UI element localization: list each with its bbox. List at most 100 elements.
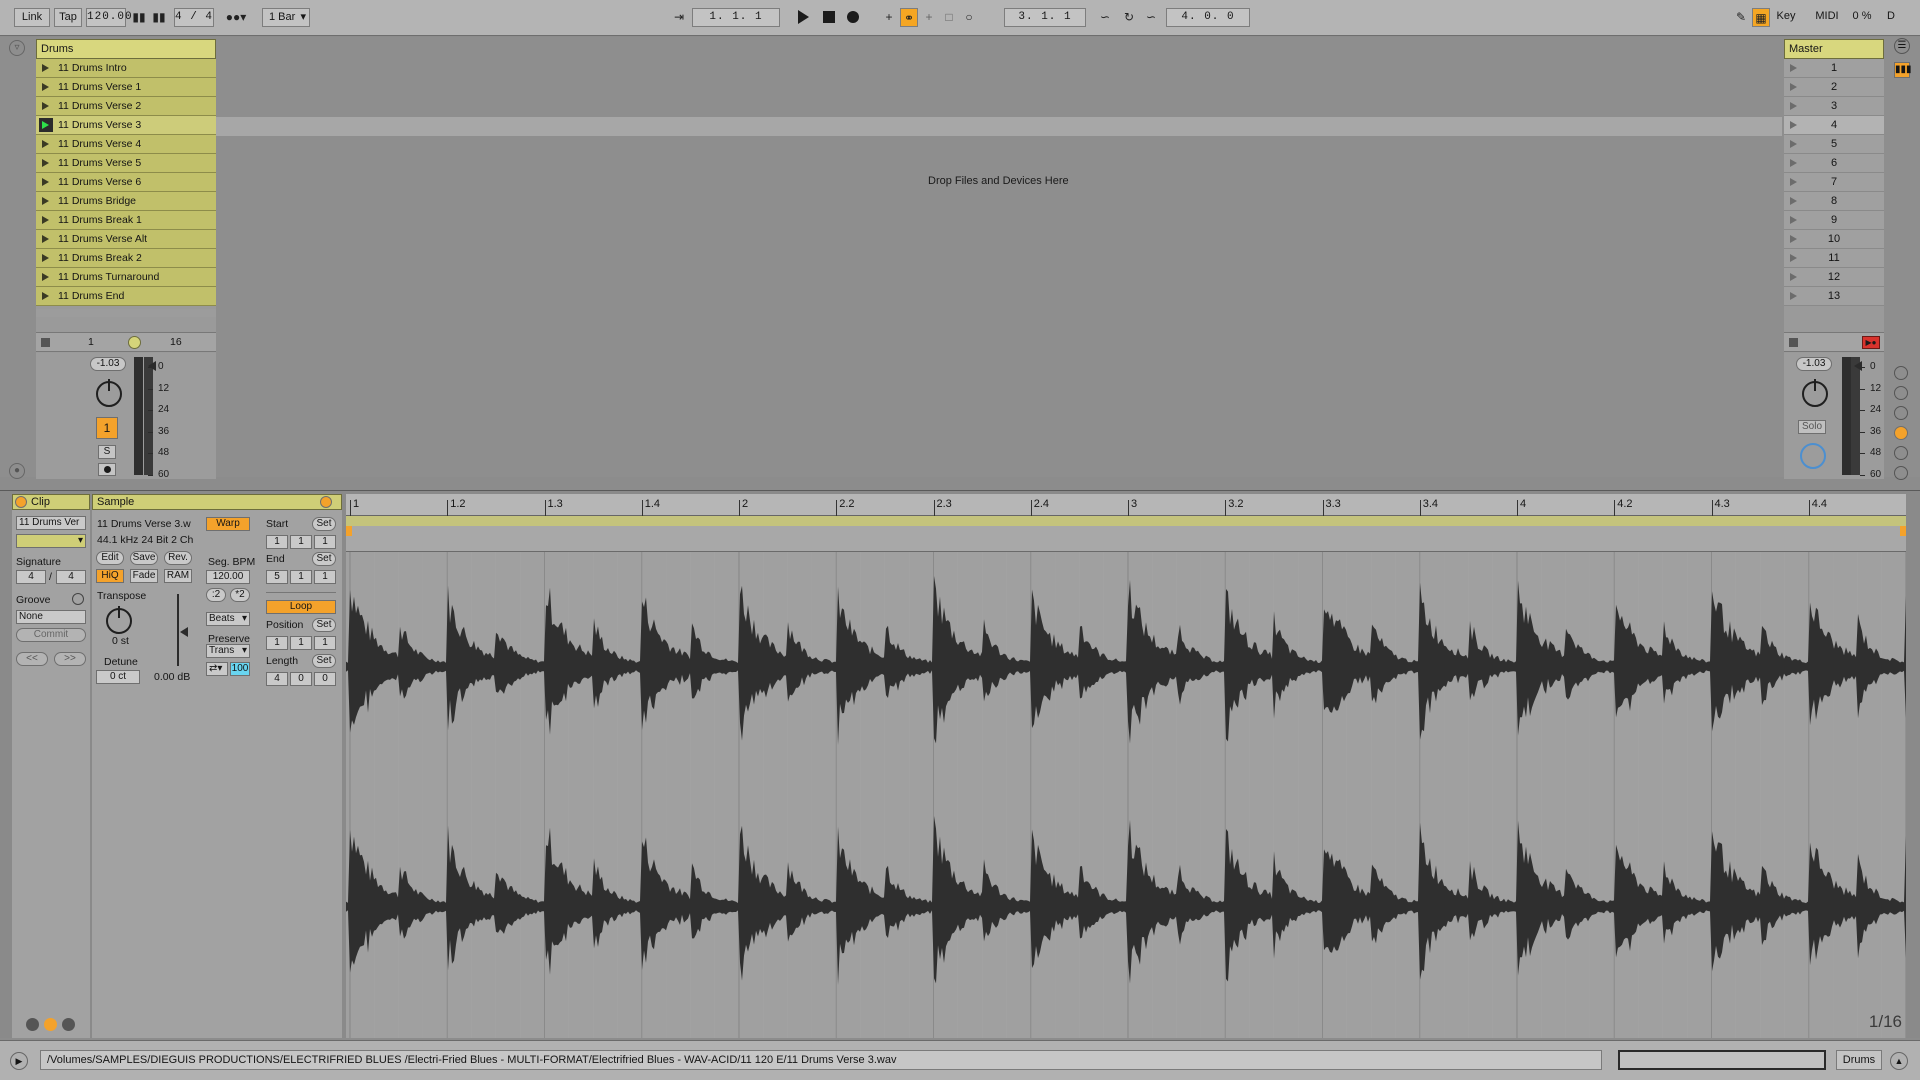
next-clip-button[interactable]: >> [54,652,86,666]
scene-slot[interactable]: 5 [1784,135,1884,154]
signature-denominator[interactable]: 4 [56,570,86,584]
record-to-scene-icon[interactable]: ▶● [1862,336,1880,349]
reenable-automation-icon[interactable]: + [920,8,938,27]
drop-area[interactable] [216,37,1782,477]
clip-launch-icon[interactable] [42,140,49,148]
detune-field[interactable]: 0 ct [96,670,140,684]
master-volume-readout[interactable]: -1.03 [1796,357,1832,371]
midi-map-button[interactable]: MIDI [1810,8,1844,27]
scene-launch-icon[interactable] [1790,216,1797,224]
cue-volume-knob[interactable] [1800,443,1826,469]
length-set-button[interactable]: Set [312,654,336,668]
end-bar[interactable]: 5 [266,570,288,584]
clip-launch-icon[interactable] [42,83,49,91]
browser-toggle-icon[interactable]: ▿ [9,40,25,56]
scene-slot[interactable]: 10 [1784,230,1884,249]
clip-color-chooser[interactable]: ▾ [16,534,86,548]
save-button[interactable]: Save [130,551,158,565]
envelopes-box-icon[interactable] [62,1018,75,1031]
start-sixteenth[interactable]: 1 [314,535,336,549]
length-bar[interactable]: 4 [266,672,288,686]
quantization-menu[interactable]: 1 Bar ▾ [262,8,310,27]
envelope-value-field[interactable]: 100 [230,662,250,676]
follow-icon[interactable]: ⇥ [668,8,690,27]
warp-button[interactable]: Warp [206,517,250,531]
scene-launch-icon[interactable] [1790,254,1797,262]
clip-slot[interactable]: 11 Drums Verse 4 [36,135,216,154]
computer-keyboard-icon[interactable]: ▦ [1752,8,1770,27]
clip-launch-icon[interactable] [42,254,49,262]
key-map-button[interactable]: Key [1772,8,1800,27]
returns-section-icon[interactable] [1894,406,1908,420]
scene-slot[interactable]: 8 [1784,192,1884,211]
arrangement-position-field[interactable]: 1. 1. 1 [692,8,780,27]
end-set-button[interactable]: Set [312,552,336,566]
scene-slot[interactable]: 11 [1784,249,1884,268]
clip-slot[interactable]: 11 Drums End [36,287,216,306]
punch-in-icon[interactable]: ∽ [1094,8,1116,27]
master-title[interactable]: Master [1784,39,1884,59]
track-delay-section-icon[interactable] [1894,466,1908,480]
scene-launch-icon[interactable] [1790,178,1797,186]
groove-selector[interactable]: None [16,610,86,624]
gain-slider-track[interactable] [177,594,179,666]
length-sixteenth[interactable]: 0 [314,672,336,686]
overdub-icon[interactable]: + [880,8,898,27]
clip-slot[interactable]: 11 Drums Bridge [36,192,216,211]
loop-length-field[interactable]: 4. 0. 0 [1166,8,1250,27]
scene-launch-icon[interactable] [1790,292,1797,300]
scene-launch-icon[interactable] [1790,273,1797,281]
clip-launch-icon[interactable] [42,197,49,205]
clip-launch-icon[interactable] [42,159,49,167]
session-record-icon[interactable]: ○ [960,8,978,27]
preserve-selector[interactable]: Trans ▾ [206,644,250,658]
overview-minimap[interactable] [1618,1050,1826,1070]
loop-switch-icon[interactable]: ↻ [1118,8,1140,27]
clip-slot[interactable]: 11 Drums Verse 5 [36,154,216,173]
scene-launch-icon[interactable] [1790,121,1797,129]
seg-bpm-field[interactable]: 120.00 [206,570,250,584]
io-section-icon[interactable] [1894,366,1908,380]
track-activator-button[interactable]: 1 [96,417,118,439]
position-bar[interactable]: 1 [266,636,288,650]
scene-slot[interactable]: 6 [1784,154,1884,173]
start-bar[interactable]: 1 [266,535,288,549]
detail-toggle-icon[interactable]: ▲ [1890,1052,1908,1070]
hiq-button[interactable]: HiQ [96,569,124,583]
session-view-toggle-icon[interactable]: ▮▮▮ [1894,62,1912,78]
beat-ruler[interactable]: 1 1.2 1.3 1.4 2 2.2 2.3 2.4 3 3.2 3.3 3.4 4 4.2 4.3 4.4 [346,494,1906,516]
volume-fader-handle[interactable] [148,361,156,371]
ram-button[interactable]: RAM [164,569,192,583]
scene-slot[interactable]: 13 [1784,287,1884,306]
loop-mode-selector[interactable]: ⇄▾ [206,662,228,676]
punch-out-icon[interactable]: ∽ [1140,8,1162,27]
pan-knob[interactable] [96,379,122,407]
start-set-button[interactable]: Set [312,517,336,531]
sample-box-icon[interactable] [44,1018,57,1031]
scene-launch-icon[interactable] [1790,64,1797,72]
position-beat[interactable]: 1 [290,636,312,650]
draw-mode-icon[interactable]: ✎ [1732,8,1750,27]
track-title[interactable]: Drums [36,39,216,59]
end-beat[interactable]: 1 [290,570,312,584]
scene-slot[interactable]: 2 [1784,78,1884,97]
empty-slot[interactable] [36,309,216,317]
scene-slot[interactable]: 12 [1784,268,1884,287]
scene-launch-icon[interactable] [1790,102,1797,110]
commit-button[interactable]: Commit [16,628,86,642]
clip-launch-icon[interactable] [42,64,49,72]
master-fader-handle[interactable] [1854,361,1862,371]
info-toggle-icon[interactable]: ▶ [10,1052,28,1070]
clip-slot[interactable]: 11 Drums Break 1 [36,211,216,230]
start-beat[interactable]: 1 [290,535,312,549]
groove-hotswap-icon[interactable] [72,593,84,605]
position-sixteenth[interactable]: 1 [314,636,336,650]
loop-start-field[interactable]: 3. 1. 1 [1004,8,1086,27]
stop-button[interactable] [820,8,838,27]
gain-slider-handle[interactable] [180,627,188,637]
clip-launch-icon[interactable] [42,235,49,243]
master-pan-knob[interactable] [1802,379,1828,407]
link-button[interactable]: Link [14,8,50,27]
scene-launch-icon[interactable] [1790,235,1797,243]
scene-launch-icon[interactable] [1790,83,1797,91]
